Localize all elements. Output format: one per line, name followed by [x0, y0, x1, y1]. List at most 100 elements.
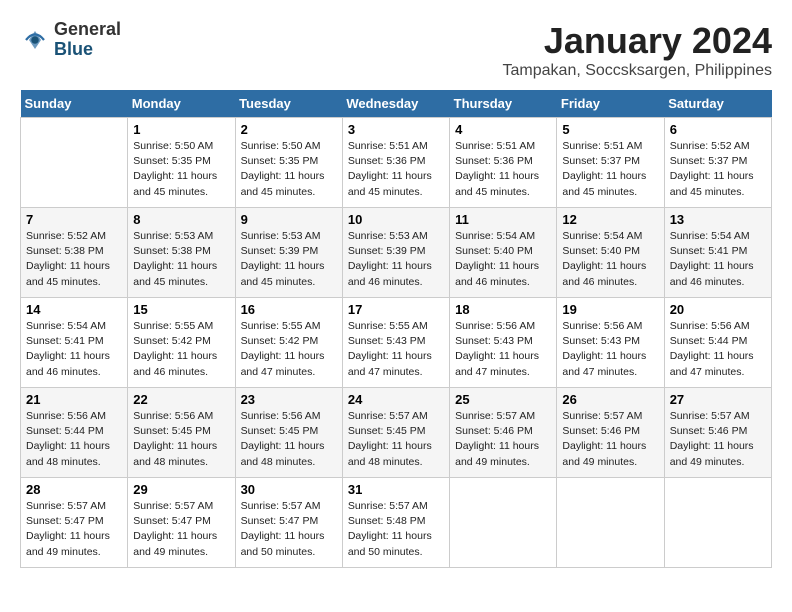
calendar-cell	[21, 118, 128, 208]
day-info: Sunrise: 5:51 AM Sunset: 5:36 PM Dayligh…	[455, 139, 551, 200]
week-row: 1 Sunrise: 5:50 AM Sunset: 5:35 PM Daylig…	[21, 118, 772, 208]
header-day: Friday	[557, 90, 664, 118]
day-info: Sunrise: 5:50 AM Sunset: 5:35 PM Dayligh…	[241, 139, 337, 200]
day-number: 31	[348, 482, 444, 497]
title-area: January 2024 Tampakan, Soccsksargen, Phi…	[503, 20, 772, 80]
day-number: 26	[562, 392, 658, 407]
header-day: Saturday	[664, 90, 771, 118]
day-number: 24	[348, 392, 444, 407]
day-number: 9	[241, 212, 337, 227]
week-row: 7Sunrise: 5:52 AM Sunset: 5:38 PM Daylig…	[21, 208, 772, 298]
day-number: 12	[562, 212, 658, 227]
day-info: Sunrise: 5:54 AM Sunset: 5:40 PM Dayligh…	[455, 229, 551, 290]
day-number: 29	[133, 482, 229, 497]
calendar-cell: 5 Sunrise: 5:51 AM Sunset: 5:37 PM Daylig…	[557, 118, 664, 208]
logo-icon	[20, 25, 50, 55]
calendar-cell: 18 Sunrise: 5:56 AM Sunset: 5:43 PM Dayli…	[450, 298, 557, 388]
day-info: Sunrise: 5:57 AM Sunset: 5:47 PM Dayligh…	[241, 499, 337, 560]
calendar-cell: 3Sunrise: 5:51 AM Sunset: 5:36 PM Daylig…	[342, 118, 449, 208]
day-info: Sunrise: 5:55 AM Sunset: 5:42 PM Dayligh…	[241, 319, 337, 380]
day-number: 16	[241, 302, 337, 317]
calendar-table: SundayMondayTuesdayWednesdayThursdayFrid…	[20, 90, 772, 568]
calendar-cell: 25 Sunrise: 5:57 AM Sunset: 5:46 PM Dayli…	[450, 388, 557, 478]
day-info: Sunrise: 5:54 AM Sunset: 5:41 PM Dayligh…	[670, 229, 766, 290]
day-info: Sunrise: 5:57 AM Sunset: 5:46 PM Dayligh…	[455, 409, 551, 470]
header-day: Wednesday	[342, 90, 449, 118]
day-number: 19	[562, 302, 658, 317]
calendar-cell: 9 Sunrise: 5:53 AM Sunset: 5:39 PM Daylig…	[235, 208, 342, 298]
calendar-cell: 19 Sunrise: 5:56 AM Sunset: 5:43 PM Dayli…	[557, 298, 664, 388]
month-title: January 2024	[503, 20, 772, 62]
header-day: Tuesday	[235, 90, 342, 118]
calendar-cell	[450, 478, 557, 568]
day-number: 25	[455, 392, 551, 407]
day-info: Sunrise: 5:54 AM Sunset: 5:41 PM Dayligh…	[26, 319, 122, 380]
calendar-cell: 13 Sunrise: 5:54 AM Sunset: 5:41 PM Dayli…	[664, 208, 771, 298]
day-number: 1	[133, 122, 229, 137]
calendar-cell	[664, 478, 771, 568]
day-info: Sunrise: 5:56 AM Sunset: 5:43 PM Dayligh…	[562, 319, 658, 380]
day-number: 22	[133, 392, 229, 407]
day-number: 30	[241, 482, 337, 497]
day-info: Sunrise: 5:56 AM Sunset: 5:45 PM Dayligh…	[133, 409, 229, 470]
day-info: Sunrise: 5:53 AM Sunset: 5:39 PM Dayligh…	[241, 229, 337, 290]
day-info: Sunrise: 5:53 AM Sunset: 5:38 PM Dayligh…	[133, 229, 229, 290]
calendar-cell	[557, 478, 664, 568]
day-number: 18	[455, 302, 551, 317]
day-number: 13	[670, 212, 766, 227]
day-info: Sunrise: 5:51 AM Sunset: 5:37 PM Dayligh…	[562, 139, 658, 200]
week-row: 14Sunrise: 5:54 AM Sunset: 5:41 PM Dayli…	[21, 298, 772, 388]
day-number: 2	[241, 122, 337, 137]
day-info: Sunrise: 5:50 AM Sunset: 5:35 PM Dayligh…	[133, 139, 229, 200]
calendar-cell: 28Sunrise: 5:57 AM Sunset: 5:47 PM Dayli…	[21, 478, 128, 568]
calendar-cell: 24 Sunrise: 5:57 AM Sunset: 5:45 PM Dayli…	[342, 388, 449, 478]
day-number: 27	[670, 392, 766, 407]
day-number: 15	[133, 302, 229, 317]
week-row: 28 Sunrise: 5:57 AM Sunset: 5:47 PM Dayli…	[21, 478, 772, 568]
day-info: Sunrise: 5:56 AM Sunset: 5:45 PM Dayligh…	[241, 409, 337, 470]
day-info: Sunrise: 5:54 AM Sunset: 5:40 PM Dayligh…	[562, 229, 658, 290]
day-info: Sunrise: 5:55 AM Sunset: 5:42 PM Dayligh…	[133, 319, 229, 380]
day-info: Sunrise: 5:52 AM Sunset: 5:38 PM Dayligh…	[26, 229, 122, 290]
calendar-cell: 23 Sunrise: 5:56 AM Sunset: 5:45 PM Dayli…	[235, 388, 342, 478]
day-number: 10	[348, 212, 444, 227]
calendar-cell: 16 Sunrise: 5:55 AM Sunset: 5:42 PM Dayli…	[235, 298, 342, 388]
calendar-cell: 30 Sunrise: 5:57 AM Sunset: 5:47 PM Dayli…	[235, 478, 342, 568]
logo-text: General Blue	[54, 20, 121, 60]
calendar-cell: 10 Sunrise: 5:53 AM Sunset: 5:39 PM Dayli…	[342, 208, 449, 298]
logo: General Blue	[20, 20, 121, 60]
day-number: 21	[26, 392, 122, 407]
calendar-cell: 29Sunrise: 5:57 AM Sunset: 5:47 PM Dayli…	[128, 478, 235, 568]
day-number: 23	[241, 392, 337, 407]
day-info: Sunrise: 5:57 AM Sunset: 5:45 PM Dayligh…	[348, 409, 444, 470]
calendar-cell: 4 Sunrise: 5:51 AM Sunset: 5:36 PM Daylig…	[450, 118, 557, 208]
calendar-cell: 20Sunrise: 5:56 AM Sunset: 5:44 PM Dayli…	[664, 298, 771, 388]
day-number: 5	[562, 122, 658, 137]
calendar-cell: 12 Sunrise: 5:54 AM Sunset: 5:40 PM Dayli…	[557, 208, 664, 298]
day-info: Sunrise: 5:53 AM Sunset: 5:39 PM Dayligh…	[348, 229, 444, 290]
day-info: Sunrise: 5:56 AM Sunset: 5:43 PM Dayligh…	[455, 319, 551, 380]
day-number: 8	[133, 212, 229, 227]
calendar-cell: 6 Sunrise: 5:52 AM Sunset: 5:37 PM Daylig…	[664, 118, 771, 208]
day-info: Sunrise: 5:57 AM Sunset: 5:48 PM Dayligh…	[348, 499, 444, 560]
week-row: 21 Sunrise: 5:56 AM Sunset: 5:44 PM Dayli…	[21, 388, 772, 478]
calendar-cell: 17Sunrise: 5:55 AM Sunset: 5:43 PM Dayli…	[342, 298, 449, 388]
day-info: Sunrise: 5:51 AM Sunset: 5:36 PM Dayligh…	[348, 139, 444, 200]
logo-blue: Blue	[54, 40, 121, 60]
day-info: Sunrise: 5:52 AM Sunset: 5:37 PM Dayligh…	[670, 139, 766, 200]
calendar-cell: 14Sunrise: 5:54 AM Sunset: 5:41 PM Dayli…	[21, 298, 128, 388]
calendar-cell: 2 Sunrise: 5:50 AM Sunset: 5:35 PM Daylig…	[235, 118, 342, 208]
logo-general: General	[54, 20, 121, 40]
header-day: Sunday	[21, 90, 128, 118]
day-info: Sunrise: 5:56 AM Sunset: 5:44 PM Dayligh…	[670, 319, 766, 380]
calendar-cell: 22 Sunrise: 5:56 AM Sunset: 5:45 PM Dayli…	[128, 388, 235, 478]
calendar-cell: 8 Sunrise: 5:53 AM Sunset: 5:38 PM Daylig…	[128, 208, 235, 298]
day-info: Sunrise: 5:56 AM Sunset: 5:44 PM Dayligh…	[26, 409, 122, 470]
day-number: 4	[455, 122, 551, 137]
calendar-cell: 7Sunrise: 5:52 AM Sunset: 5:38 PM Daylig…	[21, 208, 128, 298]
calendar-cell: 31 Sunrise: 5:57 AM Sunset: 5:48 PM Dayli…	[342, 478, 449, 568]
day-number: 6	[670, 122, 766, 137]
day-number: 28	[26, 482, 122, 497]
calendar-cell: 15 Sunrise: 5:55 AM Sunset: 5:42 PM Dayli…	[128, 298, 235, 388]
day-number: 17	[348, 302, 444, 317]
